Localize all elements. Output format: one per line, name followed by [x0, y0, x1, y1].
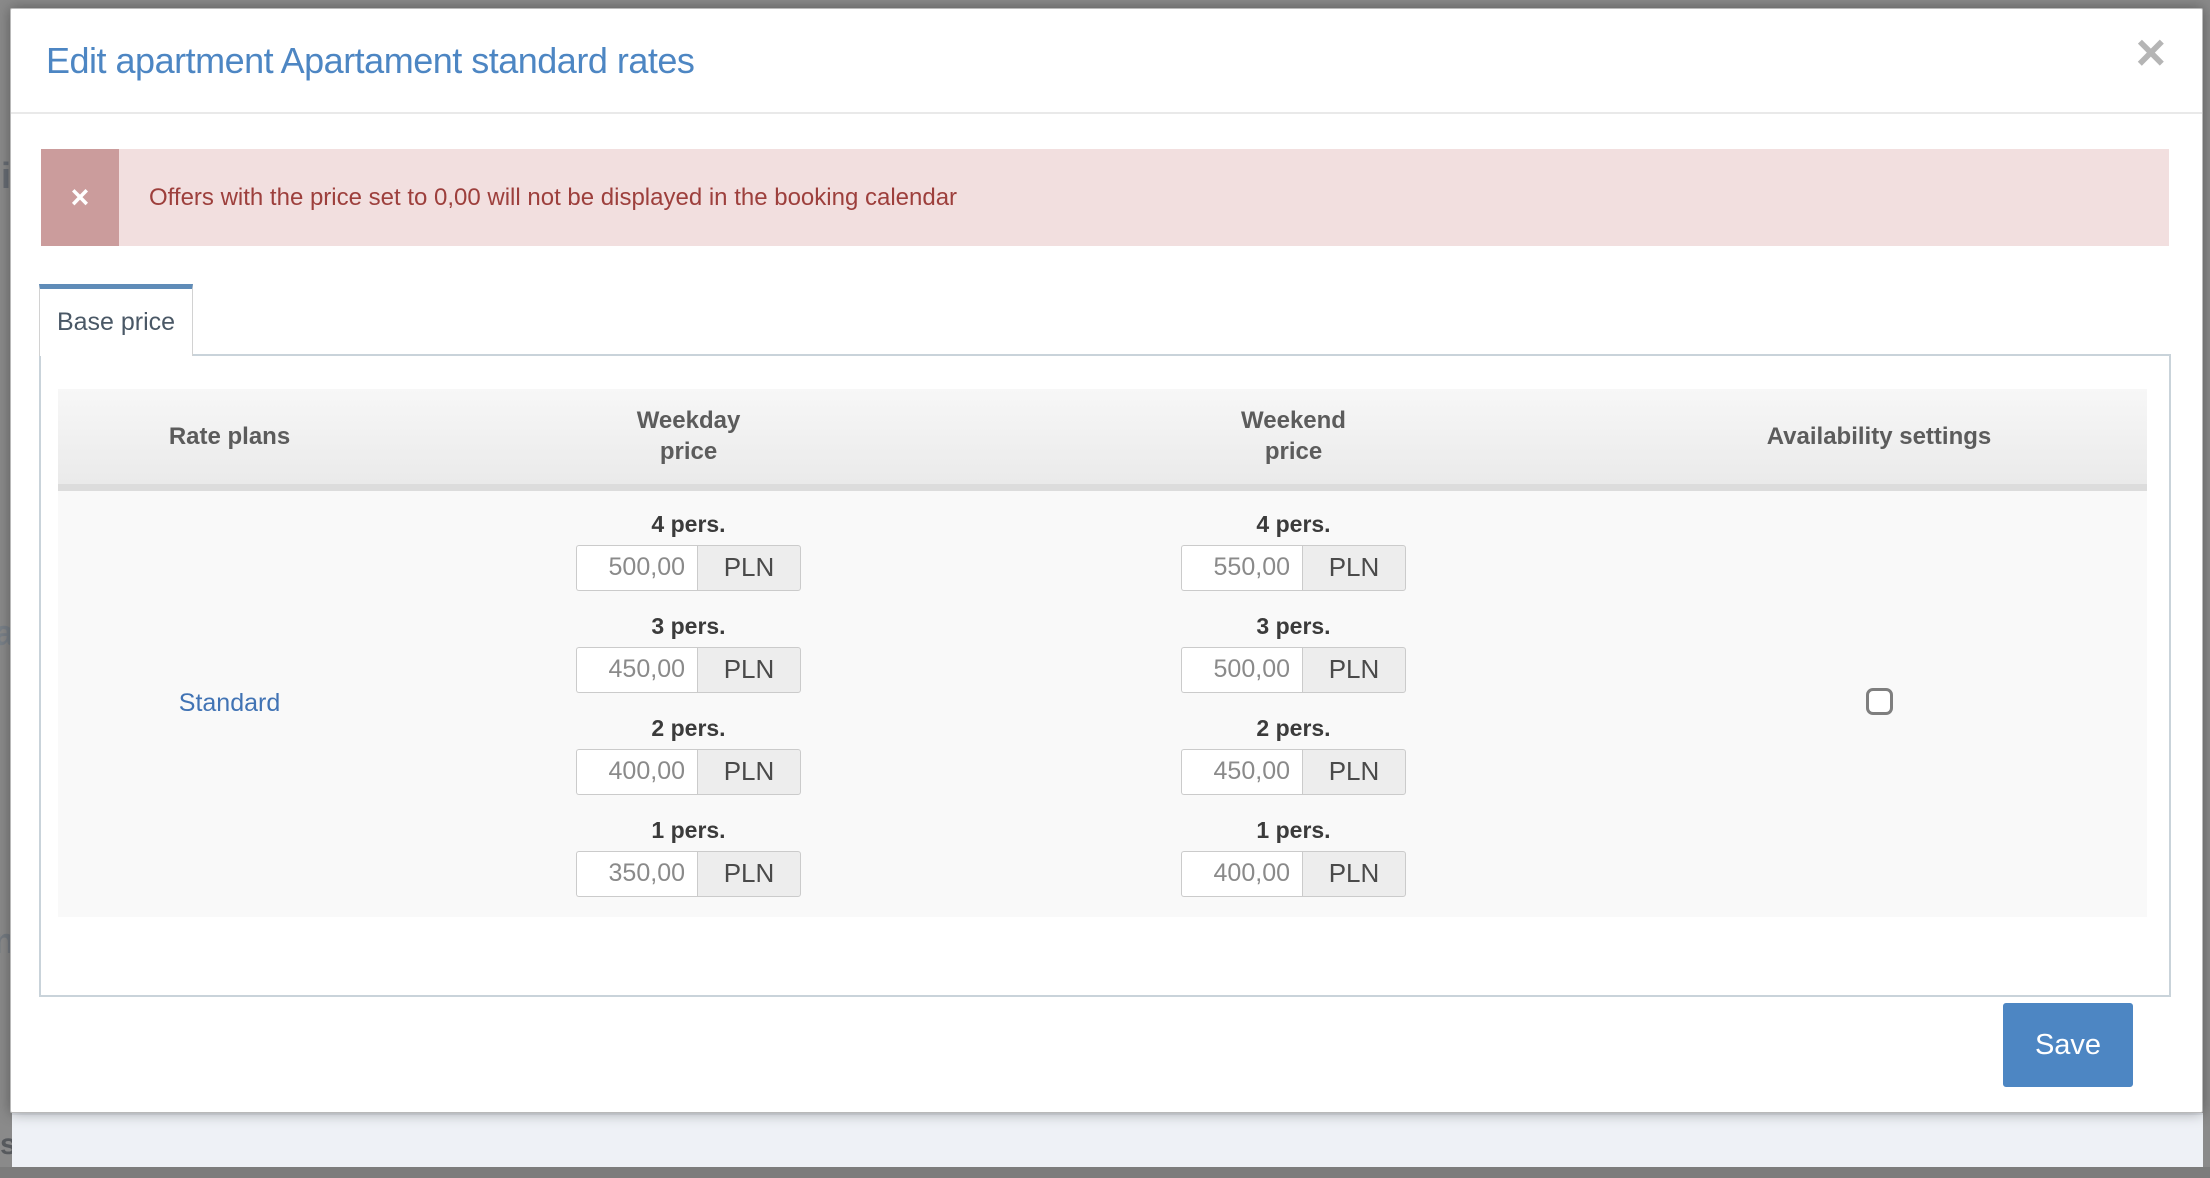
price-group: 1 pers. PLN [576, 817, 801, 897]
currency-addon: PLN [697, 647, 801, 693]
weekend-price-input-3pers[interactable] [1181, 647, 1302, 693]
persons-label: 4 pers. [1181, 511, 1406, 538]
rates-table: Rate plans Weekday price Weekend price A… [58, 389, 2147, 917]
backdrop-bottom-strip [0, 1167, 2210, 1178]
persons-label: 1 pers. [576, 817, 801, 844]
persons-label: 4 pers. [576, 511, 801, 538]
weekday-price-input-3pers[interactable] [576, 647, 697, 693]
page-footer-band [12, 1113, 2203, 1167]
price-group: 3 pers. PLN [576, 613, 801, 693]
warning-alert: × Offers with the price set to 0,00 will… [41, 149, 2169, 246]
alert-message: Offers with the price set to 0,00 will n… [119, 149, 2169, 246]
weekend-price-input-2pers[interactable] [1181, 749, 1302, 795]
weekday-price-input-2pers[interactable] [576, 749, 697, 795]
price-group: 2 pers. PLN [576, 715, 801, 795]
table-row: Standard 4 pers. PLN [58, 487, 2147, 917]
currency-addon: PLN [1302, 545, 1406, 591]
close-icon[interactable]: × [2136, 27, 2166, 79]
tab-base-price[interactable]: Base price [39, 284, 193, 356]
availability-checkbox[interactable] [1866, 688, 1893, 715]
rate-plan-cell: Standard [58, 487, 401, 917]
price-group: 4 pers. PLN [1181, 511, 1406, 591]
persons-label: 2 pers. [1181, 715, 1406, 742]
price-group: 4 pers. PLN [576, 511, 801, 591]
modal-title: Edit apartment Apartament standard rates [46, 40, 694, 82]
persons-label: 2 pers. [576, 715, 801, 742]
header-rate-plans: Rate plans [58, 389, 401, 487]
weekend-price-input-4pers[interactable] [1181, 545, 1302, 591]
header-weekend-price: Weekend price [976, 389, 1611, 487]
weekend-price-input-1pers[interactable] [1181, 851, 1302, 897]
persons-label: 3 pers. [1181, 613, 1406, 640]
persons-label: 1 pers. [1181, 817, 1406, 844]
tab-strip: Base price [39, 284, 2202, 354]
weekday-price-cell: 4 pers. PLN 3 pers. PLN [401, 487, 976, 917]
weekday-price-input-1pers[interactable] [576, 851, 697, 897]
weekend-price-cell: 4 pers. PLN 3 pers. PLN [976, 487, 1611, 917]
currency-addon: PLN [1302, 647, 1406, 693]
rate-plan-standard-link[interactable]: Standard [179, 689, 280, 717]
currency-addon: PLN [697, 851, 801, 897]
availability-cell [1611, 487, 2147, 917]
price-group: 1 pers. PLN [1181, 817, 1406, 897]
header-availability-settings: Availability settings [1611, 389, 2147, 487]
modal-actions: Save [11, 1003, 2133, 1087]
weekday-price-input-4pers[interactable] [576, 545, 697, 591]
currency-addon: PLN [1302, 851, 1406, 897]
edit-rates-modal: Edit apartment Apartament standard rates… [10, 8, 2203, 1113]
price-group: 2 pers. PLN [1181, 715, 1406, 795]
header-weekday-price: Weekday price [401, 389, 976, 487]
save-button[interactable]: Save [2003, 1003, 2133, 1087]
currency-addon: PLN [1302, 749, 1406, 795]
alert-dismiss-icon[interactable]: × [41, 149, 119, 246]
modal-header: Edit apartment Apartament standard rates… [11, 9, 2202, 114]
base-price-panel: Rate plans Weekday price Weekend price A… [39, 354, 2171, 997]
price-group: 3 pers. PLN [1181, 613, 1406, 693]
currency-addon: PLN [697, 545, 801, 591]
currency-addon: PLN [697, 749, 801, 795]
persons-label: 3 pers. [576, 613, 801, 640]
